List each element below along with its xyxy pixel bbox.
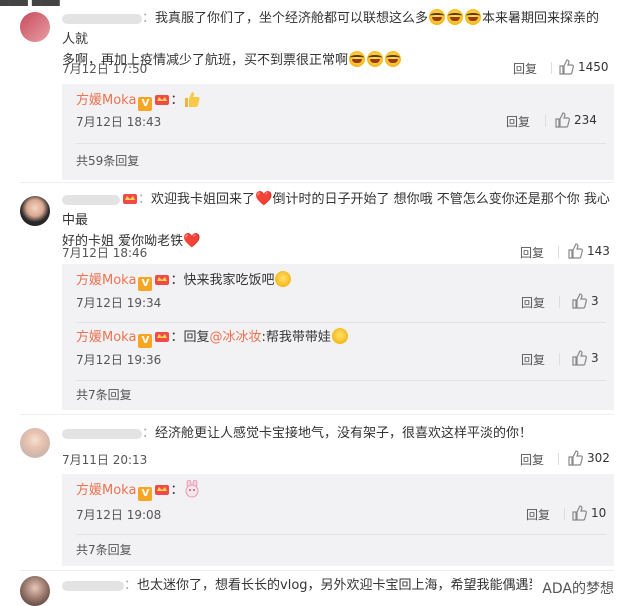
reply-username[interactable]: 方媛Moka bbox=[76, 483, 136, 498]
reply-button[interactable]: 回复 bbox=[520, 451, 544, 468]
timestamp: 7月12日 17:50 bbox=[62, 62, 148, 76]
blurred-username[interactable] bbox=[62, 13, 142, 24]
blurred-username[interactable] bbox=[62, 580, 124, 591]
mention-link[interactable]: @冰冰妆 bbox=[209, 330, 261, 345]
thumbs-up-icon bbox=[572, 505, 587, 521]
comment-item: ：经济舱更让人感觉卡宝接地气，没有架子，很喜欢这样平淡的你！ 7月11日 20:… bbox=[0, 418, 620, 566]
comment-item: ：我真服了你们了，坐个经济舱都可以联想这么多 本来暑期回来探亲的人就 多啊，再加上… bbox=[0, 0, 620, 180]
reply-item: 方媛Moka V： 7月12日 18:43 回复 234 bbox=[76, 90, 606, 136]
vip-crown-icon bbox=[155, 485, 170, 495]
like-button[interactable]: 10 bbox=[571, 505, 606, 521]
like-button[interactable]: 234 bbox=[554, 112, 597, 128]
reply-button[interactable]: 回复 bbox=[513, 60, 537, 77]
thumbs-up-icon bbox=[555, 112, 570, 128]
heart-icon: ❤️ bbox=[255, 191, 273, 207]
thumbs-up-icon bbox=[572, 350, 587, 366]
thumbs-up-icon bbox=[572, 293, 587, 309]
reply-box: 方媛Moka V： 7月12日 19:08 回复 10 共7条回复 bbox=[62, 474, 614, 566]
blurred-username[interactable] bbox=[62, 194, 120, 205]
thinking-emoji-icon bbox=[331, 328, 348, 344]
laugh-emoji-icon bbox=[447, 9, 464, 25]
view-more-replies-link[interactable]: 共59条回复 bbox=[76, 152, 139, 169]
view-more-replies-link[interactable]: 共7条回复 bbox=[76, 386, 132, 403]
reply-button[interactable]: 回复 bbox=[521, 351, 545, 368]
timestamp: 7月12日 19:34 bbox=[76, 296, 162, 310]
comment-text: ：经济舱更让人感觉卡宝接地气，没有架子，很喜欢这样平淡的你！ bbox=[62, 423, 612, 444]
timestamp: 7月11日 20:13 bbox=[62, 453, 148, 467]
thumbs-up-icon bbox=[568, 243, 583, 259]
vip-crown-icon bbox=[155, 95, 170, 105]
blurred-username[interactable] bbox=[62, 428, 142, 439]
reply-username[interactable]: 方媛Moka bbox=[76, 273, 136, 288]
avatar[interactable] bbox=[20, 196, 50, 226]
verified-badge-icon: V bbox=[138, 334, 153, 348]
bunny-emoji-icon bbox=[185, 479, 199, 498]
comment-item: ：也太迷你了，想看长长的vlog，另外欢迎卡宝回上海，希望我能偶遇到 bbox=[0, 572, 620, 606]
vip-crown-icon bbox=[155, 332, 170, 342]
reply-item: 方媛Moka V： 7月12日 19:08 回复 10 bbox=[76, 479, 606, 526]
comment-text: ：也太迷你了，想看长长的vlog，另外欢迎卡宝回上海，希望我能偶遇到 bbox=[62, 575, 532, 596]
verified-badge-icon: V bbox=[138, 97, 153, 111]
avatar[interactable] bbox=[20, 428, 50, 458]
reply-box: 方媛Moka V ：快来我家吃饭吧 7月12日 19:34 回复 3 方媛Moka V… bbox=[62, 264, 614, 410]
view-more-replies-link[interactable]: 共7条回复 bbox=[76, 541, 132, 558]
smirk-emoji-icon bbox=[275, 271, 292, 287]
heart-icon: ❤️ bbox=[183, 233, 201, 249]
like-button[interactable]: 3 bbox=[571, 293, 599, 309]
comment-text: ：我真服了你们了，坐个经济舱都可以联想这么多 本来暑期回来探亲的人就 bbox=[62, 9, 600, 47]
thumbs-up-emoji-icon bbox=[185, 92, 201, 107]
comment-text: ：欢迎我卡姐回来了❤️倒计时的日子开始了 想你哦 不管怎么变你还是那个你 我心中… bbox=[62, 191, 610, 228]
verified-badge-icon: V bbox=[138, 277, 153, 291]
timestamp: 7月12日 19:08 bbox=[76, 508, 162, 522]
vip-crown-icon bbox=[123, 194, 137, 204]
watermark: ADA的梦想 bbox=[542, 581, 614, 597]
reply-button[interactable]: 回复 bbox=[520, 244, 544, 261]
like-button[interactable]: 3 bbox=[571, 350, 599, 366]
reply-button[interactable]: 回复 bbox=[506, 113, 530, 130]
like-button[interactable]: 302 bbox=[567, 450, 610, 466]
thumbs-up-icon bbox=[559, 59, 574, 75]
timestamp: 7月12日 18:46 bbox=[62, 246, 148, 260]
timestamp: 7月12日 19:36 bbox=[76, 353, 162, 367]
reply-item: 方媛Moka V ：回复@冰冰妆:帮我带带娃 7月12日 19:36 回复 3 bbox=[76, 328, 599, 368]
thumbs-up-icon bbox=[568, 450, 583, 466]
laugh-emoji-icon bbox=[465, 9, 482, 25]
comment-item: ：欢迎我卡姐回来了❤️倒计时的日子开始了 想你哦 不管怎么变你还是那个你 我心中… bbox=[0, 184, 620, 412]
verified-badge-icon: V bbox=[138, 487, 153, 501]
reply-box: 方媛Moka V： 7月12日 18:43 回复 234 共59条回复 bbox=[62, 84, 614, 180]
reply-button[interactable]: 回复 bbox=[526, 506, 550, 523]
reply-button[interactable]: 回复 bbox=[521, 294, 545, 311]
like-button[interactable]: 143 bbox=[567, 243, 610, 259]
reply-username[interactable]: 方媛Moka bbox=[76, 330, 136, 345]
avatar[interactable] bbox=[20, 12, 50, 42]
vip-crown-icon bbox=[155, 275, 170, 285]
laugh-emoji-icon bbox=[429, 9, 446, 25]
timestamp: 7月12日 18:43 bbox=[76, 115, 162, 129]
reply-item: 方媛Moka V ：快来我家吃饭吧 7月12日 19:34 回复 3 bbox=[76, 271, 599, 311]
reply-username[interactable]: 方媛Moka bbox=[76, 93, 136, 108]
like-button[interactable]: 1450 bbox=[558, 59, 609, 75]
